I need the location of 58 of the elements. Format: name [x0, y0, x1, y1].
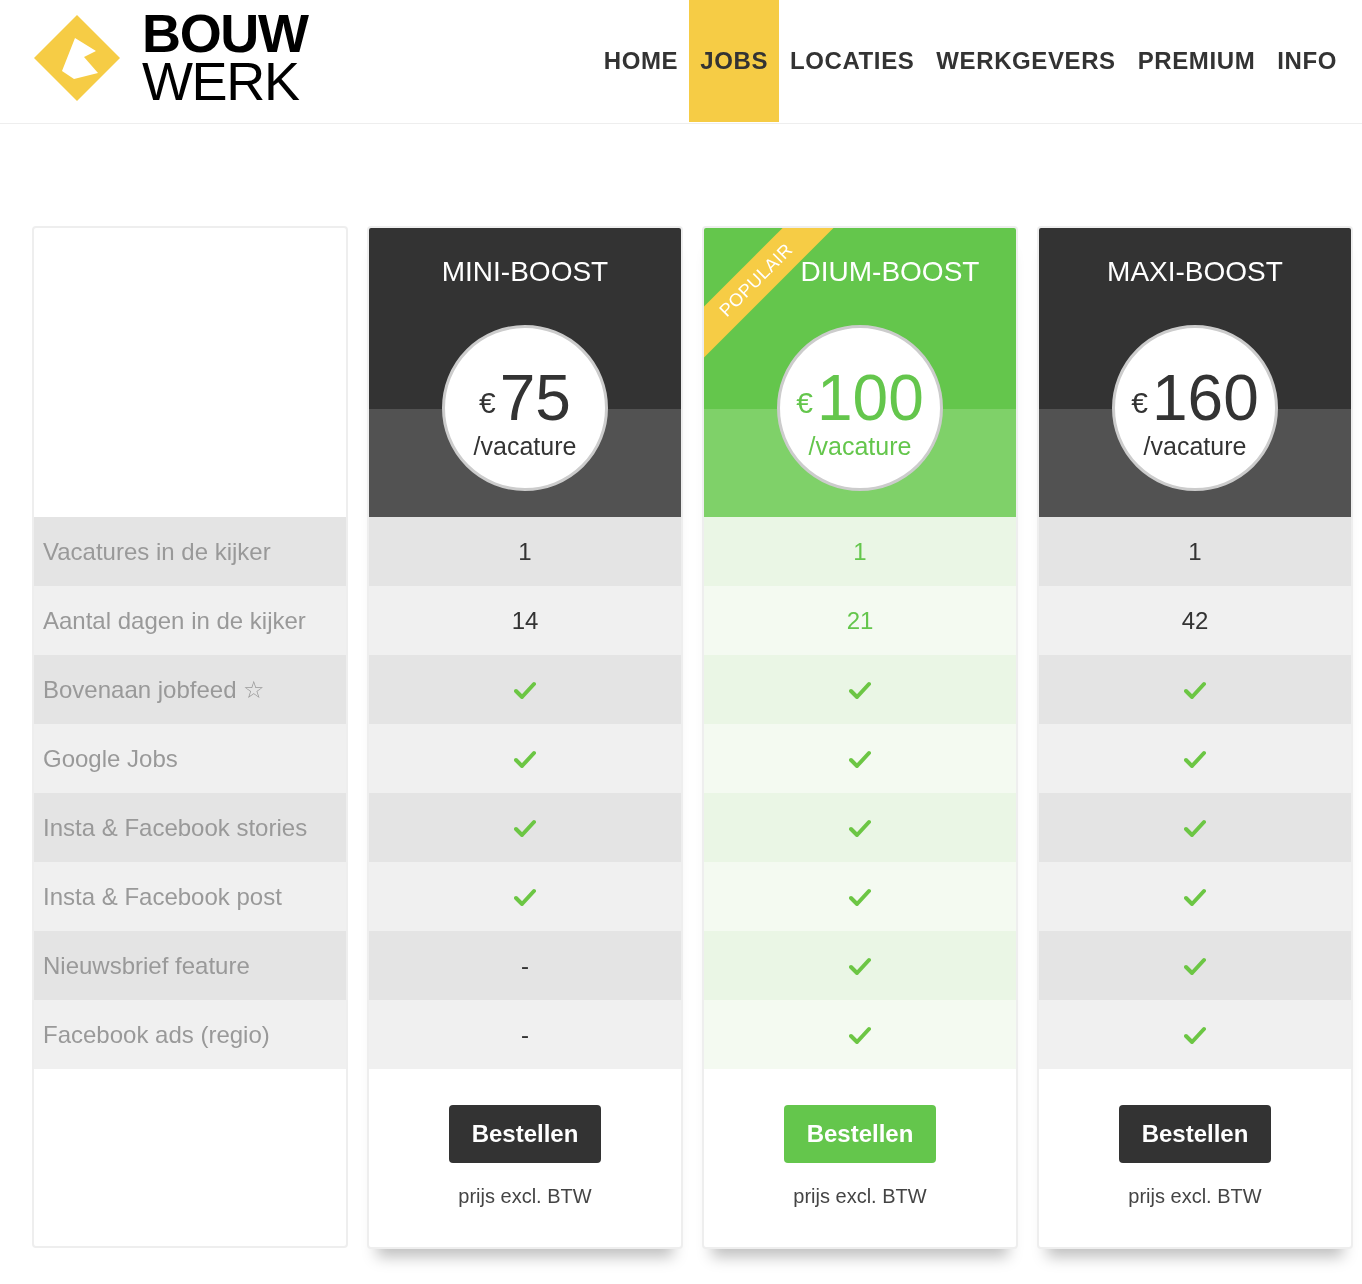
feature-label: Facebook ads (regio) [34, 1000, 346, 1069]
check-icon [849, 749, 871, 768]
nav-link[interactable]: WERKGEVERS [925, 0, 1127, 122]
check-icon [849, 887, 871, 906]
table-cell: 1 [704, 517, 1016, 586]
check-icon [514, 887, 536, 906]
feature-label: Insta & Facebook stories [34, 793, 346, 862]
check-icon [1184, 818, 1206, 837]
price-unit: /vacature [473, 433, 577, 459]
currency-symbol: € [479, 384, 496, 421]
logo-icon [32, 13, 122, 103]
order-button[interactable]: Bestellen [448, 1105, 602, 1163]
nav-link[interactable]: INFO [1266, 0, 1348, 122]
price-unit: /vacature [808, 433, 912, 459]
table-cell: 42 [1039, 586, 1351, 655]
logo-text: WERK [142, 56, 299, 106]
nav-link[interactable]: PREMIUM [1126, 0, 1267, 122]
price-note: prijs excl. BTW [458, 1184, 592, 1209]
table-cell: 21 [704, 586, 1016, 655]
check-icon [849, 1025, 871, 1044]
check-icon [1184, 956, 1206, 975]
table-cell: 1 [1039, 517, 1351, 586]
check-icon [1184, 680, 1206, 699]
check-icon [514, 680, 536, 699]
check-icon [1184, 887, 1206, 906]
table-cell: 14 [369, 586, 681, 655]
table-cell: 1 [369, 517, 681, 586]
nav-link[interactable]: LOCATIES [779, 0, 926, 122]
logo-text: BOUW [142, 10, 308, 56]
check-icon [849, 818, 871, 837]
plan-title: MAXI-BOOST [1107, 258, 1283, 286]
feature-label: Bovenaan jobfeed ☆ [34, 655, 346, 724]
currency-symbol: € [796, 384, 813, 421]
table-cell: - [369, 931, 681, 1000]
table-cell: - [369, 1000, 681, 1069]
feature-label: Google Jobs [34, 724, 346, 793]
feature-label: Insta & Facebook post [34, 862, 346, 931]
check-icon [514, 749, 536, 768]
plan-title: MINI-BOOST [441, 258, 609, 286]
nav-link[interactable]: HOME [592, 0, 690, 122]
check-icon [514, 818, 536, 837]
check-icon [849, 680, 871, 699]
price-unit: /vacature [1143, 433, 1247, 459]
order-button[interactable]: Bestellen [1118, 1105, 1272, 1163]
feature-label: Vacatures in de kijker [34, 517, 346, 586]
price-note: prijs excl. BTW [793, 1184, 927, 1209]
check-icon [1184, 1025, 1206, 1044]
nav-link[interactable]: JOBS [689, 0, 779, 122]
price: 160 [1151, 365, 1259, 430]
feature-label: Nieuwsbrief feature [34, 931, 346, 1000]
currency-symbol: € [1131, 384, 1148, 421]
price: 100 [816, 365, 924, 430]
price: 75 [499, 365, 571, 430]
price-note: prijs excl. BTW [1128, 1184, 1262, 1209]
plan-title: DIUM-BOOST [800, 258, 980, 286]
check-icon [849, 956, 871, 975]
feature-label: Aantal dagen in de kijker [34, 586, 346, 655]
check-icon [1184, 749, 1206, 768]
